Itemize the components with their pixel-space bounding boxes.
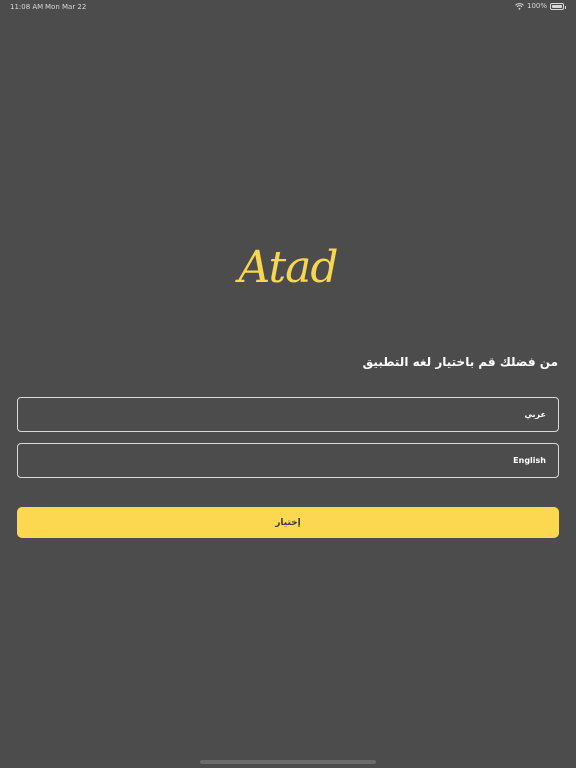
- status-date: Mon Mar 22: [45, 3, 87, 11]
- home-indicator[interactable]: [200, 760, 376, 764]
- status-bar: 11:08 AM Mon Mar 22 100%: [0, 0, 576, 14]
- wifi-icon: [515, 2, 524, 10]
- status-indicators: 100%: [515, 2, 566, 10]
- language-option-arabic[interactable]: عربي: [17, 397, 559, 432]
- status-time: 11:08 AM: [10, 3, 44, 11]
- language-prompt: من فضلك قم باختيار لغه التطبيق: [362, 355, 558, 369]
- select-button-label: إختيار: [275, 517, 301, 528]
- select-button[interactable]: إختيار: [17, 507, 559, 538]
- battery-percentage: 100%: [526, 2, 547, 10]
- language-option-english-label: English: [513, 456, 546, 465]
- language-option-arabic-label: عربي: [524, 410, 546, 419]
- language-option-english[interactable]: English: [17, 443, 559, 478]
- app-logo: Atad: [238, 242, 338, 293]
- battery-icon: [550, 2, 566, 10]
- battery-fill: [552, 4, 562, 8]
